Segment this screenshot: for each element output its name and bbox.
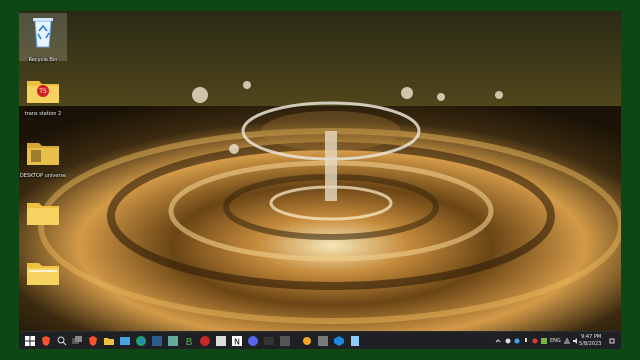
recycle-bin-icon: [33, 18, 53, 48]
folder-icon[interactable]: [103, 335, 115, 347]
taskbar: B N ENG 9:47 PM 5/8/2023: [19, 331, 621, 349]
task-view-icon[interactable]: [71, 335, 83, 347]
app-icon[interactable]: [301, 335, 313, 347]
app-icon[interactable]: [199, 335, 211, 347]
app-icon[interactable]: [167, 335, 179, 347]
tray-app-icon[interactable]: [541, 338, 547, 344]
folder-icon: [27, 263, 59, 285]
svg-text:TS: TS: [38, 88, 47, 95]
brave-browser-icon[interactable]: [40, 335, 52, 347]
desktop-icon-folder-4[interactable]: [19, 199, 67, 239]
app-icon[interactable]: [349, 335, 361, 347]
desktop-icon-folder-5[interactable]: [19, 259, 67, 299]
chevron-up-icon[interactable]: [495, 338, 501, 344]
folder-icon: [27, 143, 59, 165]
microphone-icon[interactable]: [523, 338, 529, 344]
search-icon[interactable]: [56, 335, 68, 347]
network-icon[interactable]: [564, 338, 570, 344]
terminal-icon[interactable]: [263, 335, 275, 347]
app-icon[interactable]: B: [183, 335, 195, 347]
tray-app-icon[interactable]: [514, 338, 520, 344]
start-icon[interactable]: [24, 335, 36, 347]
app-icon[interactable]: [151, 335, 163, 347]
clock-time[interactable]: 9:47 PM: [581, 334, 601, 340]
notification-icon[interactable]: [609, 338, 615, 344]
window-frame: Recycle Bin TS trans station 2 DESKTOP u…: [0, 0, 640, 360]
svg-text:N: N: [234, 338, 240, 347]
desktop-icon-label: Recycle Bin: [28, 57, 58, 63]
edge-icon[interactable]: [135, 335, 147, 347]
app-icon[interactable]: [279, 335, 291, 347]
desktop-icon-label: DESKTOP universe: [19, 173, 67, 179]
app-icon[interactable]: [317, 335, 329, 347]
desktop-wallpaper: [19, 11, 621, 331]
tray-app-icon[interactable]: [532, 338, 538, 344]
app-icon[interactable]: [215, 335, 227, 347]
file-explorer-icon[interactable]: [119, 335, 131, 347]
notion-icon[interactable]: N: [231, 335, 243, 347]
desktop-icon-recycle-bin[interactable]: Recycle Bin: [19, 13, 67, 63]
desktop-icon-label: trans station 2: [24, 111, 62, 117]
desktop-screen: Recycle Bin TS trans station 2 DESKTOP u…: [19, 11, 621, 349]
svg-text:B: B: [186, 337, 193, 347]
brave-icon[interactable]: [87, 335, 99, 347]
app-icon[interactable]: [333, 335, 345, 347]
desktop-icon-trans-station[interactable]: TS trans station 2: [19, 77, 67, 121]
desktop-icon-desktop-universe[interactable]: DESKTOP universe: [19, 139, 67, 183]
folder-icon: [27, 203, 59, 225]
language-indicator[interactable]: ENG: [550, 338, 561, 344]
clock-date[interactable]: 5/8/2023: [579, 341, 601, 347]
tray-app-icon[interactable]: [505, 338, 511, 344]
discord-icon[interactable]: [247, 335, 259, 347]
folder-icon: TS: [27, 81, 59, 103]
